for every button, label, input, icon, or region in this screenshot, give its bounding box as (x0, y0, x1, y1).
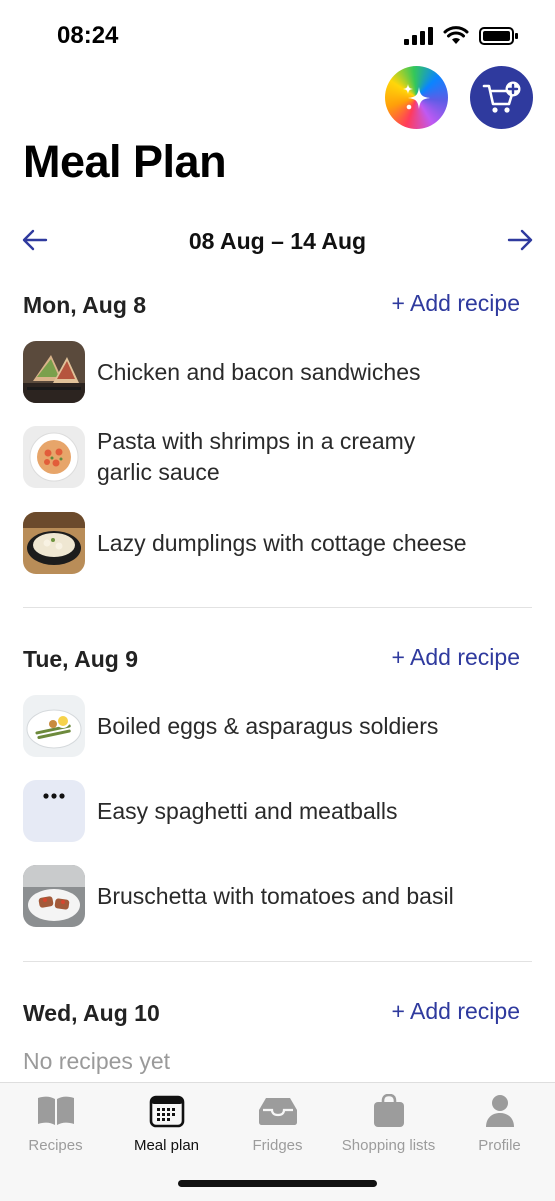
day-header-tue: Tue, Aug 9 + Add recipe (23, 642, 520, 676)
empty-state-text: No recipes yet (23, 1048, 171, 1074)
day-header-mon: Mon, Aug 8 + Add recipe (23, 288, 520, 322)
day-divider (23, 607, 532, 608)
recipe-item[interactable]: Bruschetta with tomatoes and basil (23, 865, 525, 927)
recipe-name: Chicken and bacon sandwiches (97, 358, 421, 385)
more-dots-icon (43, 793, 65, 799)
recipe-thumbnail (23, 341, 85, 403)
day-divider (23, 961, 532, 962)
recipe-name: Bruschetta with tomatoes and basil (97, 882, 454, 909)
cart-plus-icon (482, 81, 520, 113)
recipe-item[interactable]: Boiled eggs & asparagus soldiers (23, 695, 525, 757)
recipe-thumbnail (23, 426, 85, 488)
recipe-thumbnail (23, 695, 85, 757)
wifi-icon (443, 26, 469, 44)
status-bar: 08:24 (0, 0, 555, 72)
arrow-right-icon[interactable] (507, 228, 533, 252)
tab-label: Shopping lists (341, 1137, 436, 1154)
tab-meal-plan[interactable]: Meal plan (111, 1091, 222, 1154)
calendar-icon (149, 1095, 184, 1128)
week-navigator: 08 Aug – 14 Aug (0, 222, 555, 262)
add-to-cart-button[interactable] (470, 66, 533, 129)
tab-profile[interactable]: Profile (444, 1091, 555, 1154)
recipe-item[interactable]: Easy spaghetti and meatballs (23, 780, 525, 842)
tab-shopping-lists[interactable]: Shopping lists (333, 1091, 444, 1154)
recipe-item[interactable]: Lazy dumplings with cottage cheese (23, 512, 525, 574)
recipe-thumbnail (23, 512, 85, 574)
recipe-name: Lazy dumplings with cottage cheese (97, 529, 467, 556)
add-recipe-button[interactable]: + Add recipe (391, 998, 520, 1025)
tab-fridges[interactable]: Fridges (222, 1091, 333, 1154)
day-header-wed: Wed, Aug 10 + Add recipe (23, 996, 520, 1030)
signal-icon (404, 27, 433, 45)
status-icons (403, 26, 519, 46)
week-range: 08 Aug – 14 Aug (188, 228, 367, 254)
recipe-name: Pasta with shrimps in a creamy garlic sa… (97, 428, 416, 485)
add-recipe-button[interactable]: + Add recipe (391, 644, 520, 671)
recipe-item[interactable]: Pasta with shrimps in a creamy garlic sa… (23, 426, 525, 488)
recipe-item[interactable]: Chicken and bacon sandwiches (23, 341, 525, 403)
add-recipe-button[interactable]: + Add recipe (391, 290, 520, 317)
battery-icon (479, 27, 518, 45)
tab-label: Fridges (252, 1137, 303, 1154)
sparkles-icon (402, 83, 430, 109)
tab-label: Meal plan (133, 1137, 200, 1154)
day-label: Mon, Aug 8 (23, 292, 147, 318)
tab-recipes[interactable]: Recipes (0, 1091, 111, 1154)
tab-label: Profile (478, 1137, 521, 1154)
recipe-name: Boiled eggs & asparagus soldiers (97, 712, 439, 739)
recipe-name: Easy spaghetti and meatballs (97, 797, 398, 824)
fridge-tray-icon (258, 1098, 297, 1125)
day-label: Wed, Aug 10 (23, 1000, 160, 1026)
day-label: Tue, Aug 9 (23, 646, 138, 672)
bag-icon (373, 1094, 404, 1127)
recipe-thumbnail (23, 865, 85, 927)
status-time: 08:24 (57, 22, 119, 49)
ai-assistant-button[interactable] (385, 66, 448, 129)
book-icon (37, 1096, 74, 1125)
tab-label: Recipes (28, 1137, 83, 1154)
top-actions (385, 66, 533, 129)
person-icon (485, 1095, 514, 1127)
page-title: Meal Plan (23, 136, 227, 187)
recipe-thumbnail (23, 780, 85, 842)
home-indicator (178, 1180, 377, 1187)
